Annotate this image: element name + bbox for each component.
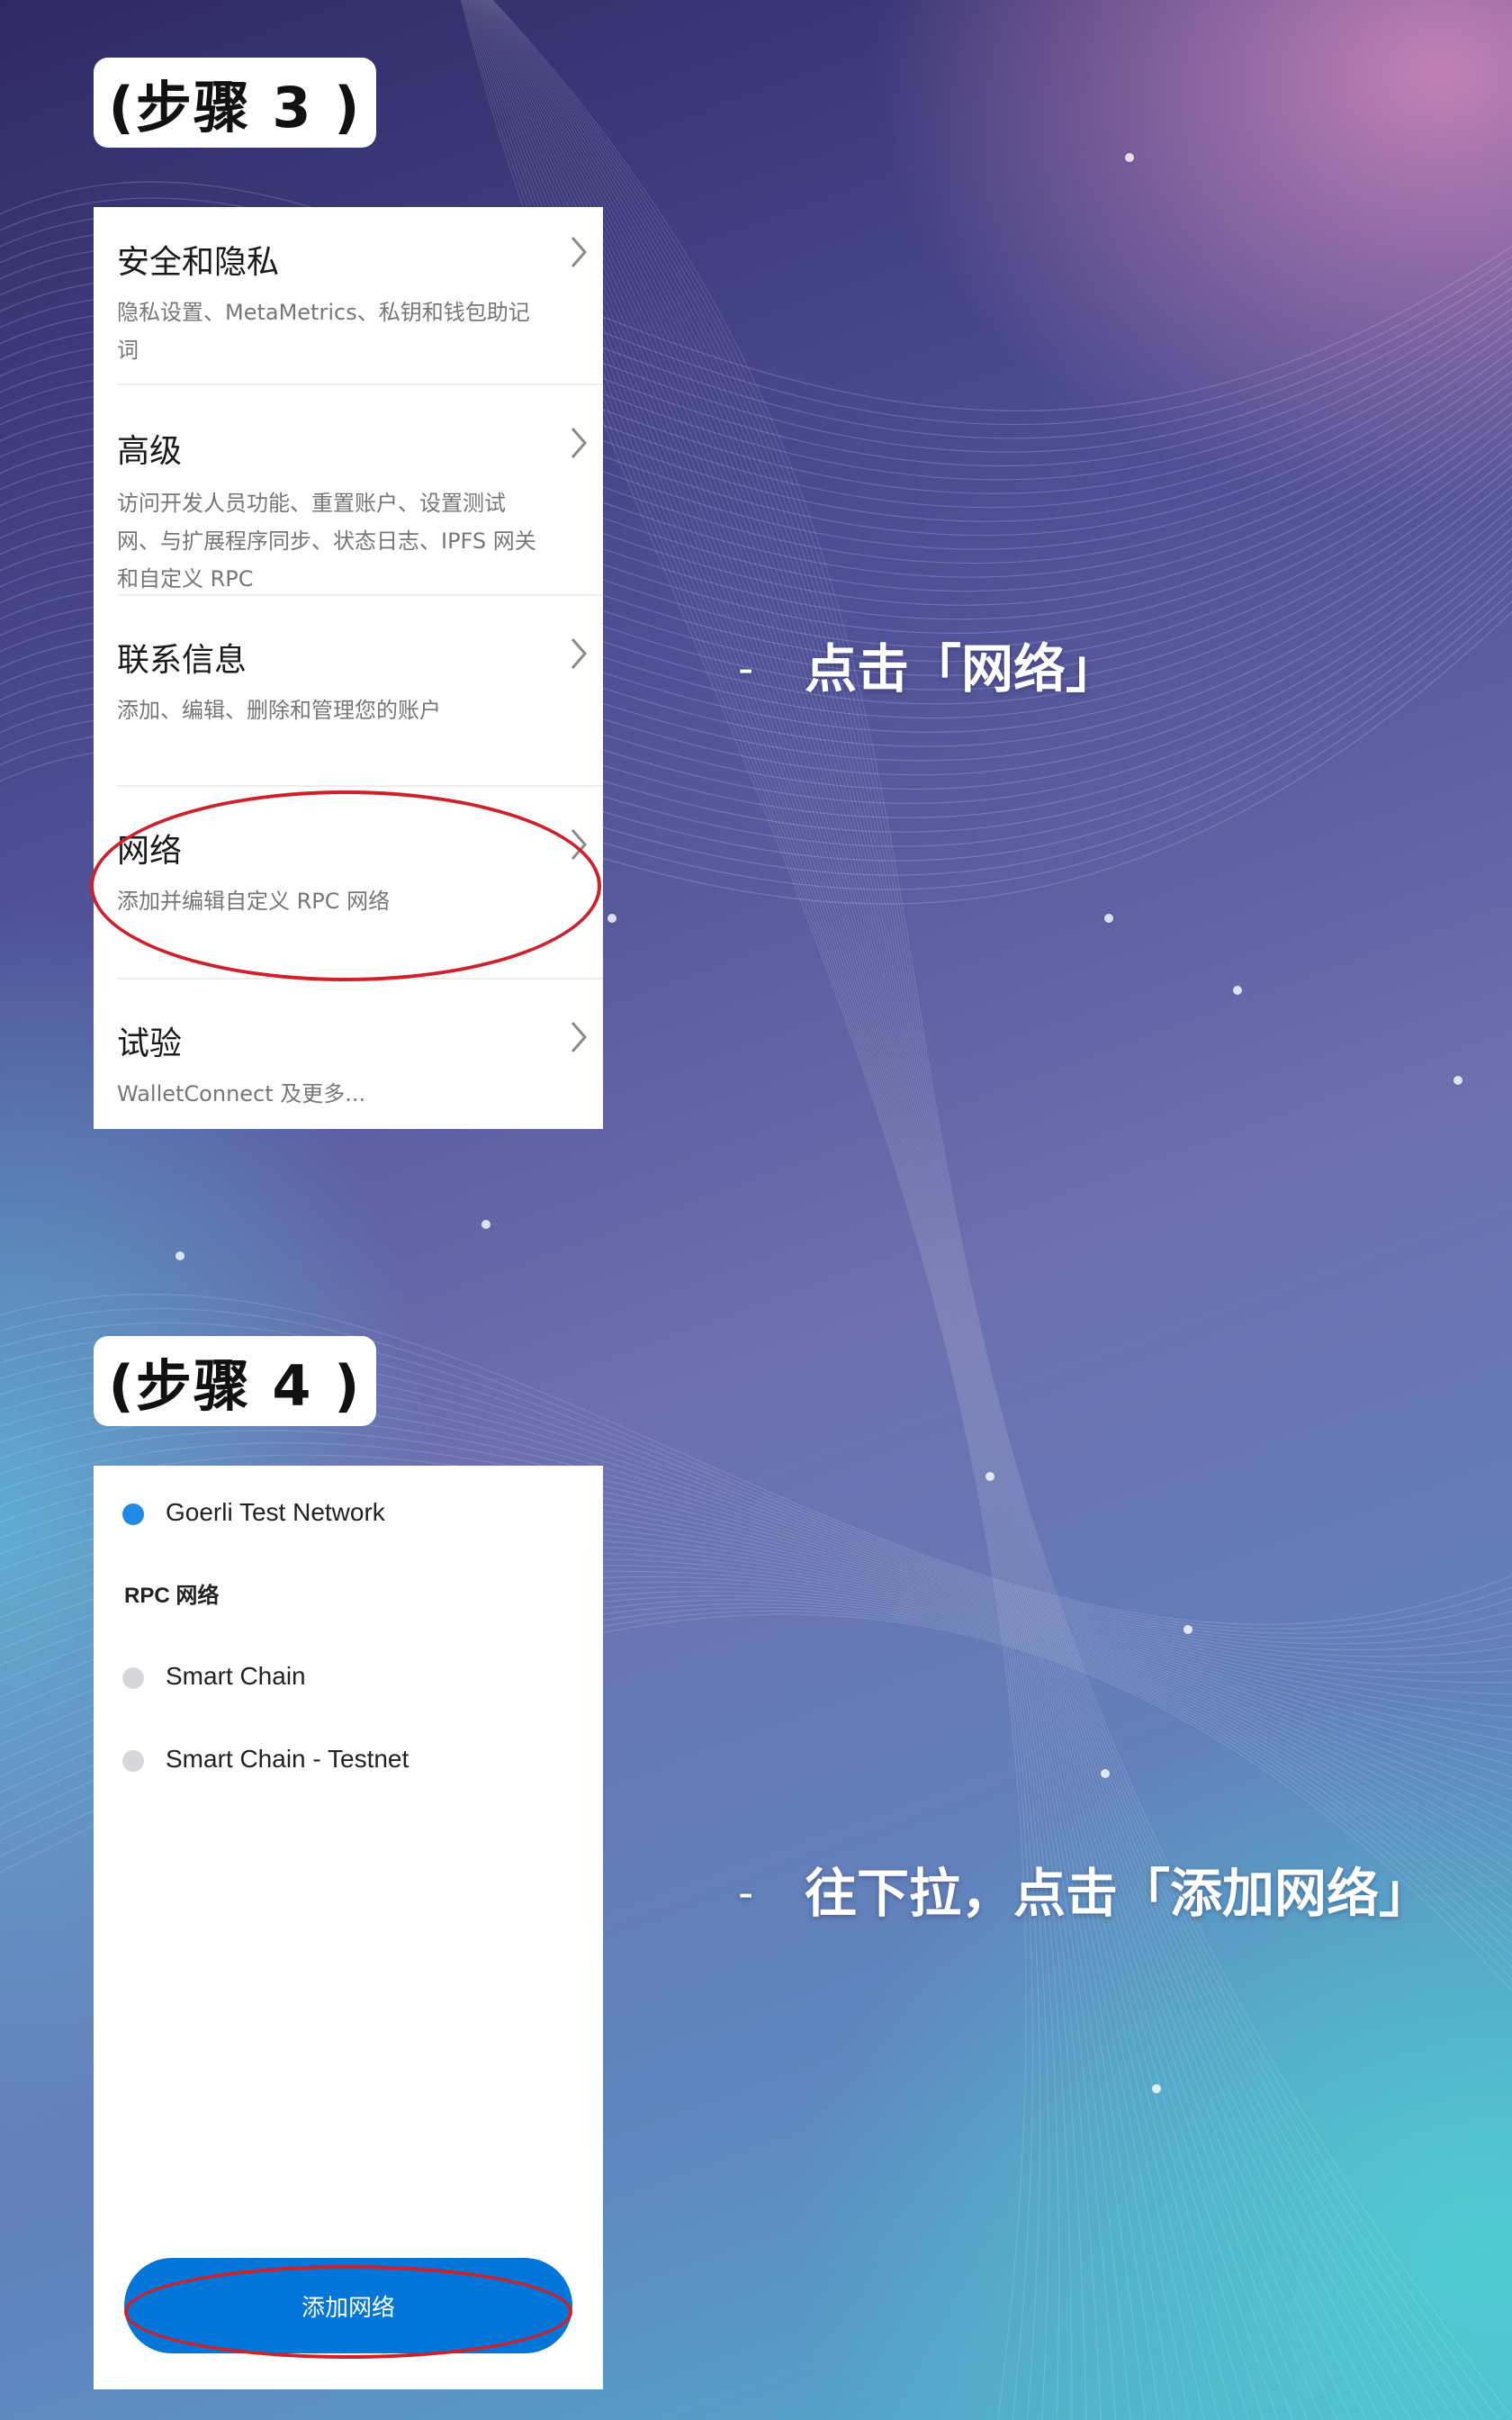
settings-item-desc: 访问开发人员功能、重置账户、设置测试网、与扩展程序同步、状态日志、IPFS 网关…: [117, 491, 536, 591]
settings-item-experimental[interactable]: 试验 WalletConnect 及更多...: [94, 980, 603, 1129]
bullet-dash: -: [738, 1868, 754, 1919]
add-network-button[interactable]: 添加网络: [124, 2258, 572, 2353]
step-4-instruction-text: 往下拉，点击「添加网络」: [805, 1863, 1432, 1924]
chevron-right-icon: [571, 237, 587, 267]
settings-item-advanced[interactable]: 高级 访问开发人员功能、重置账户、设置测试网、与扩展程序同步、状态日志、IPFS…: [94, 385, 603, 594]
settings-item-desc: WalletConnect 及更多...: [117, 1081, 366, 1106]
step-3-label-text: (步骤 3 ): [108, 75, 362, 140]
settings-item-security[interactable]: 安全和隐私 隐私设置、MetaMetrics、私钥和钱包助记词: [94, 207, 603, 384]
settings-item-title: 试验: [117, 1025, 183, 1062]
step-3-instruction: - 点击「网络」: [738, 636, 1458, 708]
network-name: Smart Chain: [166, 1662, 306, 1690]
settings-item-contacts[interactable]: 联系信息 添加、编辑、删除和管理您的账户: [94, 596, 603, 785]
settings-menu-panel: 安全和隐私 隐私设置、MetaMetrics、私钥和钱包助记词 高级 访问开发人…: [94, 207, 603, 1129]
settings-item-title: 联系信息: [117, 642, 248, 679]
selected-network-dot-icon: [122, 1503, 144, 1525]
settings-item-desc: 添加、编辑、删除和管理您的账户: [117, 698, 441, 723]
settings-item-networks[interactable]: 网络 添加并编辑自定义 RPC 网络: [94, 787, 603, 978]
networks-list-panel: Goerli Test Network RPC 网络 Smart Chain S…: [94, 1466, 603, 2389]
unselected-network-dot-icon: [122, 1750, 144, 1772]
network-name: Goerli Test Network: [166, 1498, 385, 1526]
step-4-label: (步骤 4 ): [94, 1336, 376, 1426]
step-4-instruction: - 往下拉，点击「添加网络」: [738, 1860, 1476, 2004]
step-4-label-text: (步骤 4 ): [108, 1353, 362, 1419]
chevron-right-icon: [571, 829, 587, 860]
chevron-right-icon: [571, 638, 587, 669]
unselected-network-dot-icon: [122, 1667, 144, 1689]
rpc-networks-heading: RPC 网络: [124, 1584, 220, 1608]
network-name: Smart Chain - Testnet: [166, 1745, 410, 1773]
network-item-selected[interactable]: Goerli Test Network: [94, 1489, 603, 1543]
chevron-right-icon: [571, 1022, 587, 1052]
settings-item-desc: 添加并编辑自定义 RPC 网络: [117, 889, 391, 914]
bullet-dash: -: [738, 644, 754, 694]
step-3-instruction-text: 点击「网络」: [805, 638, 1119, 700]
chevron-right-icon: [571, 428, 587, 458]
settings-item-title: 网络: [117, 833, 183, 870]
settings-item-desc: 隐私设置、MetaMetrics、私钥和钱包助记词: [117, 300, 530, 363]
network-item[interactable]: Smart Chain - Testnet: [94, 1736, 603, 1790]
network-item[interactable]: Smart Chain: [94, 1653, 603, 1707]
settings-item-title: 安全和隐私: [117, 244, 280, 281]
step-3-label: (步骤 3 ): [94, 58, 376, 148]
settings-item-title: 高级: [117, 433, 183, 470]
